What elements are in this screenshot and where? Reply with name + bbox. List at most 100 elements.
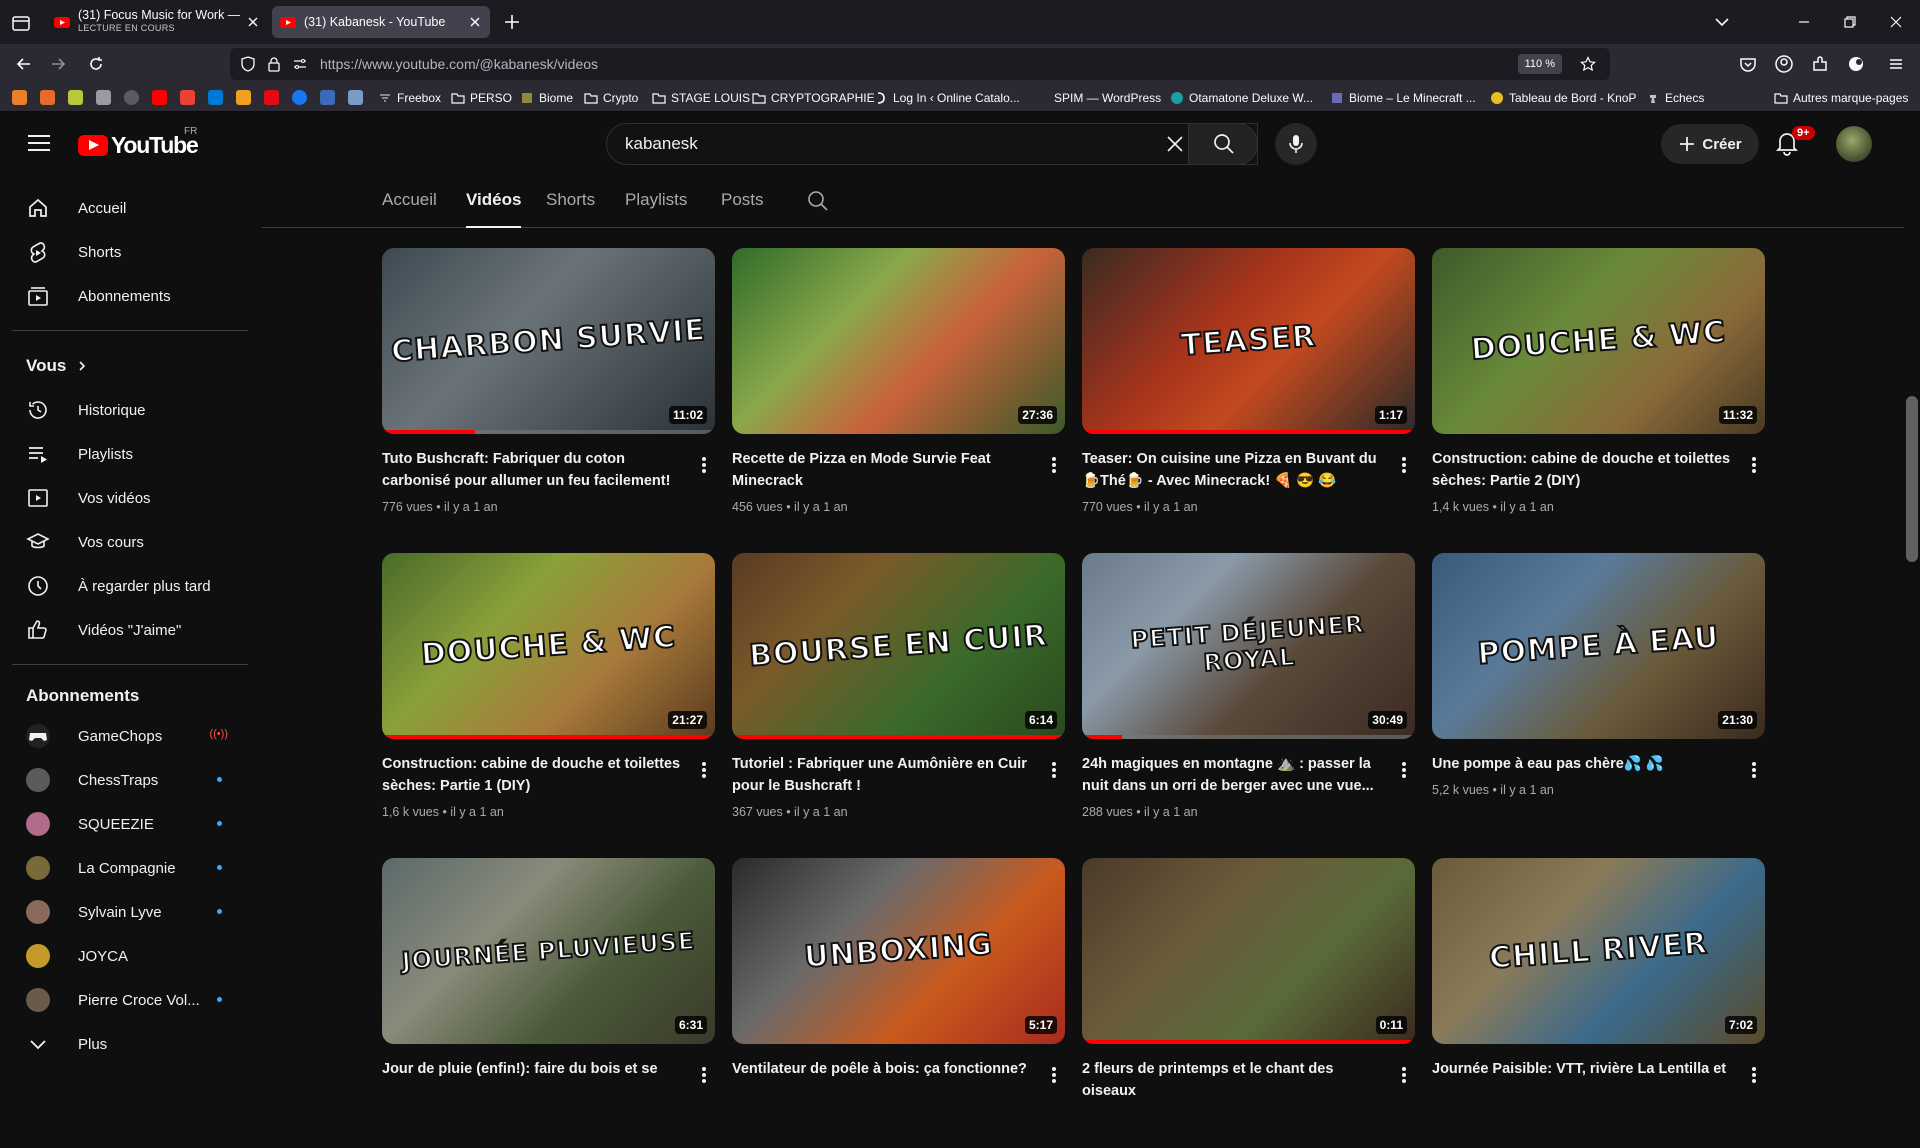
youtube-logo[interactable]: YouTube FR	[78, 126, 199, 158]
video-thumbnail[interactable]: POMPE À EAU 21:30	[1432, 553, 1765, 739]
youtube-bookmark-icon[interactable]	[152, 90, 167, 105]
sidebar-subscription-joyca[interactable]: JOYCA	[12, 936, 248, 976]
tab-overflow-chevron-icon[interactable]	[1712, 12, 1732, 32]
video-card[interactable]: 27:36 Recette de Pizza en Mode Survie Fea…	[732, 248, 1065, 538]
bookmark-favicon-icon[interactable]	[320, 90, 335, 105]
gmail-bookmark-icon[interactable]	[180, 90, 195, 105]
video-thumbnail[interactable]: CHILL RIVER 7:02	[1432, 858, 1765, 1044]
bookmark-biome[interactable]: Biome	[520, 89, 573, 107]
more-actions-icon[interactable]	[1745, 759, 1763, 781]
video-card[interactable]: DOUCHE & WC 11:32 Construction: cabine de …	[1432, 248, 1765, 538]
video-thumbnail[interactable]: 0:11	[1082, 858, 1415, 1044]
bookmark-favicon-icon[interactable]	[12, 90, 27, 105]
video-card[interactable]: CHILL RIVER 7:02 Journée Paisible: VTT, ri…	[1432, 858, 1765, 1148]
search-button[interactable]	[1188, 123, 1258, 165]
video-card[interactable]: CHARBON SURVIE 11:02 Tuto Bushcraft: Fabri…	[382, 248, 715, 538]
search-box[interactable]	[606, 123, 1258, 165]
sidebar-subscription-sylvain-lyve[interactable]: Sylvain Lyve	[12, 892, 248, 932]
video-title[interactable]: Tutoriel : Fabriquer une Aumônière en Cu…	[732, 753, 1032, 797]
amazon-bookmark-icon[interactable]	[236, 90, 251, 105]
close-window-icon[interactable]	[1886, 12, 1906, 32]
video-thumbnail[interactable]: UNBOXING 5:17	[732, 858, 1065, 1044]
zoom-level[interactable]: 110 %	[1517, 54, 1562, 74]
scrollbar-thumb[interactable]	[1906, 396, 1918, 562]
clear-search-icon[interactable]	[1163, 132, 1187, 156]
tab-videos[interactable]: Vidéos	[466, 190, 522, 228]
outlook-bookmark-icon[interactable]	[208, 90, 223, 105]
more-actions-icon[interactable]	[1745, 1064, 1763, 1086]
bookmark-knop[interactable]: Tableau de Bord - KnoP	[1490, 89, 1636, 107]
bookmark-favicon-icon[interactable]	[40, 90, 55, 105]
extension-puzzle-icon[interactable]	[1846, 54, 1866, 74]
video-card[interactable]: PETIT DÉJEUNER ROYAL 30:49 24h magiques en…	[1082, 553, 1415, 843]
more-actions-icon[interactable]	[1745, 454, 1763, 476]
video-card[interactable]: DOUCHE & WC 21:27 Construction: cabine de …	[382, 553, 715, 843]
video-title[interactable]: Une pompe à eau pas chère💦 💦	[1432, 753, 1732, 775]
tab-playlists[interactable]: Playlists	[625, 190, 687, 228]
facebook-bookmark-icon[interactable]	[292, 90, 307, 105]
sidebar-item-accueil[interactable]: Accueil	[12, 188, 248, 228]
new-tab-icon[interactable]	[502, 12, 522, 32]
bookmark-biome-minecraft[interactable]: Biome – Le Minecraft ...	[1330, 89, 1476, 107]
sidebar-item-playlists[interactable]: Playlists	[12, 434, 248, 474]
video-card[interactable]: BOURSE EN CUIR 6:14 Tutoriel : Fabriquer u…	[732, 553, 1065, 843]
channel-search-icon[interactable]	[807, 190, 829, 212]
more-actions-icon[interactable]	[1045, 1064, 1063, 1086]
bookmark-other-folder[interactable]: Autres marque-pages	[1774, 89, 1908, 107]
search-input[interactable]	[623, 124, 1163, 164]
account-icon[interactable]	[1774, 54, 1794, 74]
sidebar-item-vos-videos[interactable]: Vos vidéos	[12, 478, 248, 518]
bookmark-spim-wordpress[interactable]: SPIM — WordPress	[1054, 89, 1161, 107]
video-title[interactable]: Teaser: On cuisine une Pizza en Buvant d…	[1082, 448, 1382, 492]
bookmark-favicon-icon[interactable]	[68, 90, 83, 105]
browser-tab-kabanesk[interactable]: (31) Kabanesk - YouTube	[272, 6, 490, 38]
sidebar-item-historique[interactable]: Historique	[12, 390, 248, 430]
tab-accueil[interactable]: Accueil	[382, 190, 437, 228]
video-title[interactable]: 24h magiques en montagne ⛰️ : passer la …	[1082, 753, 1382, 797]
video-thumbnail[interactable]: PETIT DÉJEUNER ROYAL 30:49	[1082, 553, 1415, 739]
reload-icon[interactable]	[86, 54, 106, 74]
page-scrollbar[interactable]	[1904, 112, 1920, 1080]
video-thumbnail[interactable]: JOURNÉE PLUVIEUSE 6:31	[382, 858, 715, 1044]
bookmark-online-catalog[interactable]: Log In ‹ Online Catalo...	[874, 89, 1020, 107]
shield-icon[interactable]	[240, 56, 256, 72]
video-title[interactable]: Recette de Pizza en Mode Survie Feat Min…	[732, 448, 1032, 492]
close-tab-icon[interactable]	[246, 15, 260, 29]
video-title[interactable]: Tuto Bushcraft: Fabriquer du coton carbo…	[382, 448, 682, 492]
video-card[interactable]: UNBOXING 5:17 Ventilateur de poêle à bois:…	[732, 858, 1065, 1148]
voice-search-button[interactable]	[1275, 123, 1317, 165]
sidebar-you-header[interactable]: Vous	[12, 346, 248, 386]
bookmark-freebox[interactable]: Freebox	[378, 89, 441, 107]
more-actions-icon[interactable]	[695, 454, 713, 476]
more-actions-icon[interactable]	[1045, 454, 1063, 476]
sidebar-subscription-squeezie[interactable]: SQUEEZIE	[12, 804, 248, 844]
video-thumbnail[interactable]: 27:36	[732, 248, 1065, 434]
sidebar-subscription-chesstraps[interactable]: ChessTraps	[12, 760, 248, 800]
sidebar-subscription-gamechops[interactable]: GameChops ((•))	[12, 716, 248, 756]
video-title[interactable]: Construction: cabine de douche et toilet…	[1432, 448, 1732, 492]
url-text[interactable]: https://www.youtube.com/@kabanesk/videos	[320, 56, 598, 72]
more-actions-icon[interactable]	[1395, 1064, 1413, 1086]
permissions-icon[interactable]	[292, 56, 308, 72]
video-title[interactable]: Jour de pluie (enfin!): faire du bois et…	[382, 1058, 682, 1080]
sidebar-item-abonnements[interactable]: Abonnements	[12, 276, 248, 316]
tab-list-icon[interactable]	[10, 12, 32, 34]
video-thumbnail[interactable]: TEASER 1:17	[1082, 248, 1415, 434]
tab-shorts[interactable]: Shorts	[546, 190, 595, 228]
forward-icon[interactable]	[48, 54, 68, 74]
minimize-icon[interactable]	[1794, 12, 1814, 32]
guide-menu-icon[interactable]	[26, 132, 52, 154]
more-actions-icon[interactable]	[695, 759, 713, 781]
lock-icon[interactable]	[266, 56, 282, 72]
netflix-bookmark-icon[interactable]	[264, 90, 279, 105]
create-button[interactable]: Créer	[1661, 124, 1759, 164]
account-avatar[interactable]	[1836, 126, 1872, 162]
video-card[interactable]: TEASER 1:17 Teaser: On cuisine une Pizza e…	[1082, 248, 1415, 538]
video-title[interactable]: Journée Paisible: VTT, rivière La Lentil…	[1432, 1058, 1732, 1080]
bookmark-folder-crypto[interactable]: Crypto	[584, 89, 638, 107]
video-title[interactable]: Ventilateur de poêle à bois: ça fonction…	[732, 1058, 1032, 1080]
bookmark-folder-perso[interactable]: PERSO	[451, 89, 512, 107]
video-thumbnail[interactable]: DOUCHE & WC 21:27	[382, 553, 715, 739]
sidebar-subscription-la-compagnie[interactable]: La Compagnie	[12, 848, 248, 888]
more-actions-icon[interactable]	[695, 1064, 713, 1086]
